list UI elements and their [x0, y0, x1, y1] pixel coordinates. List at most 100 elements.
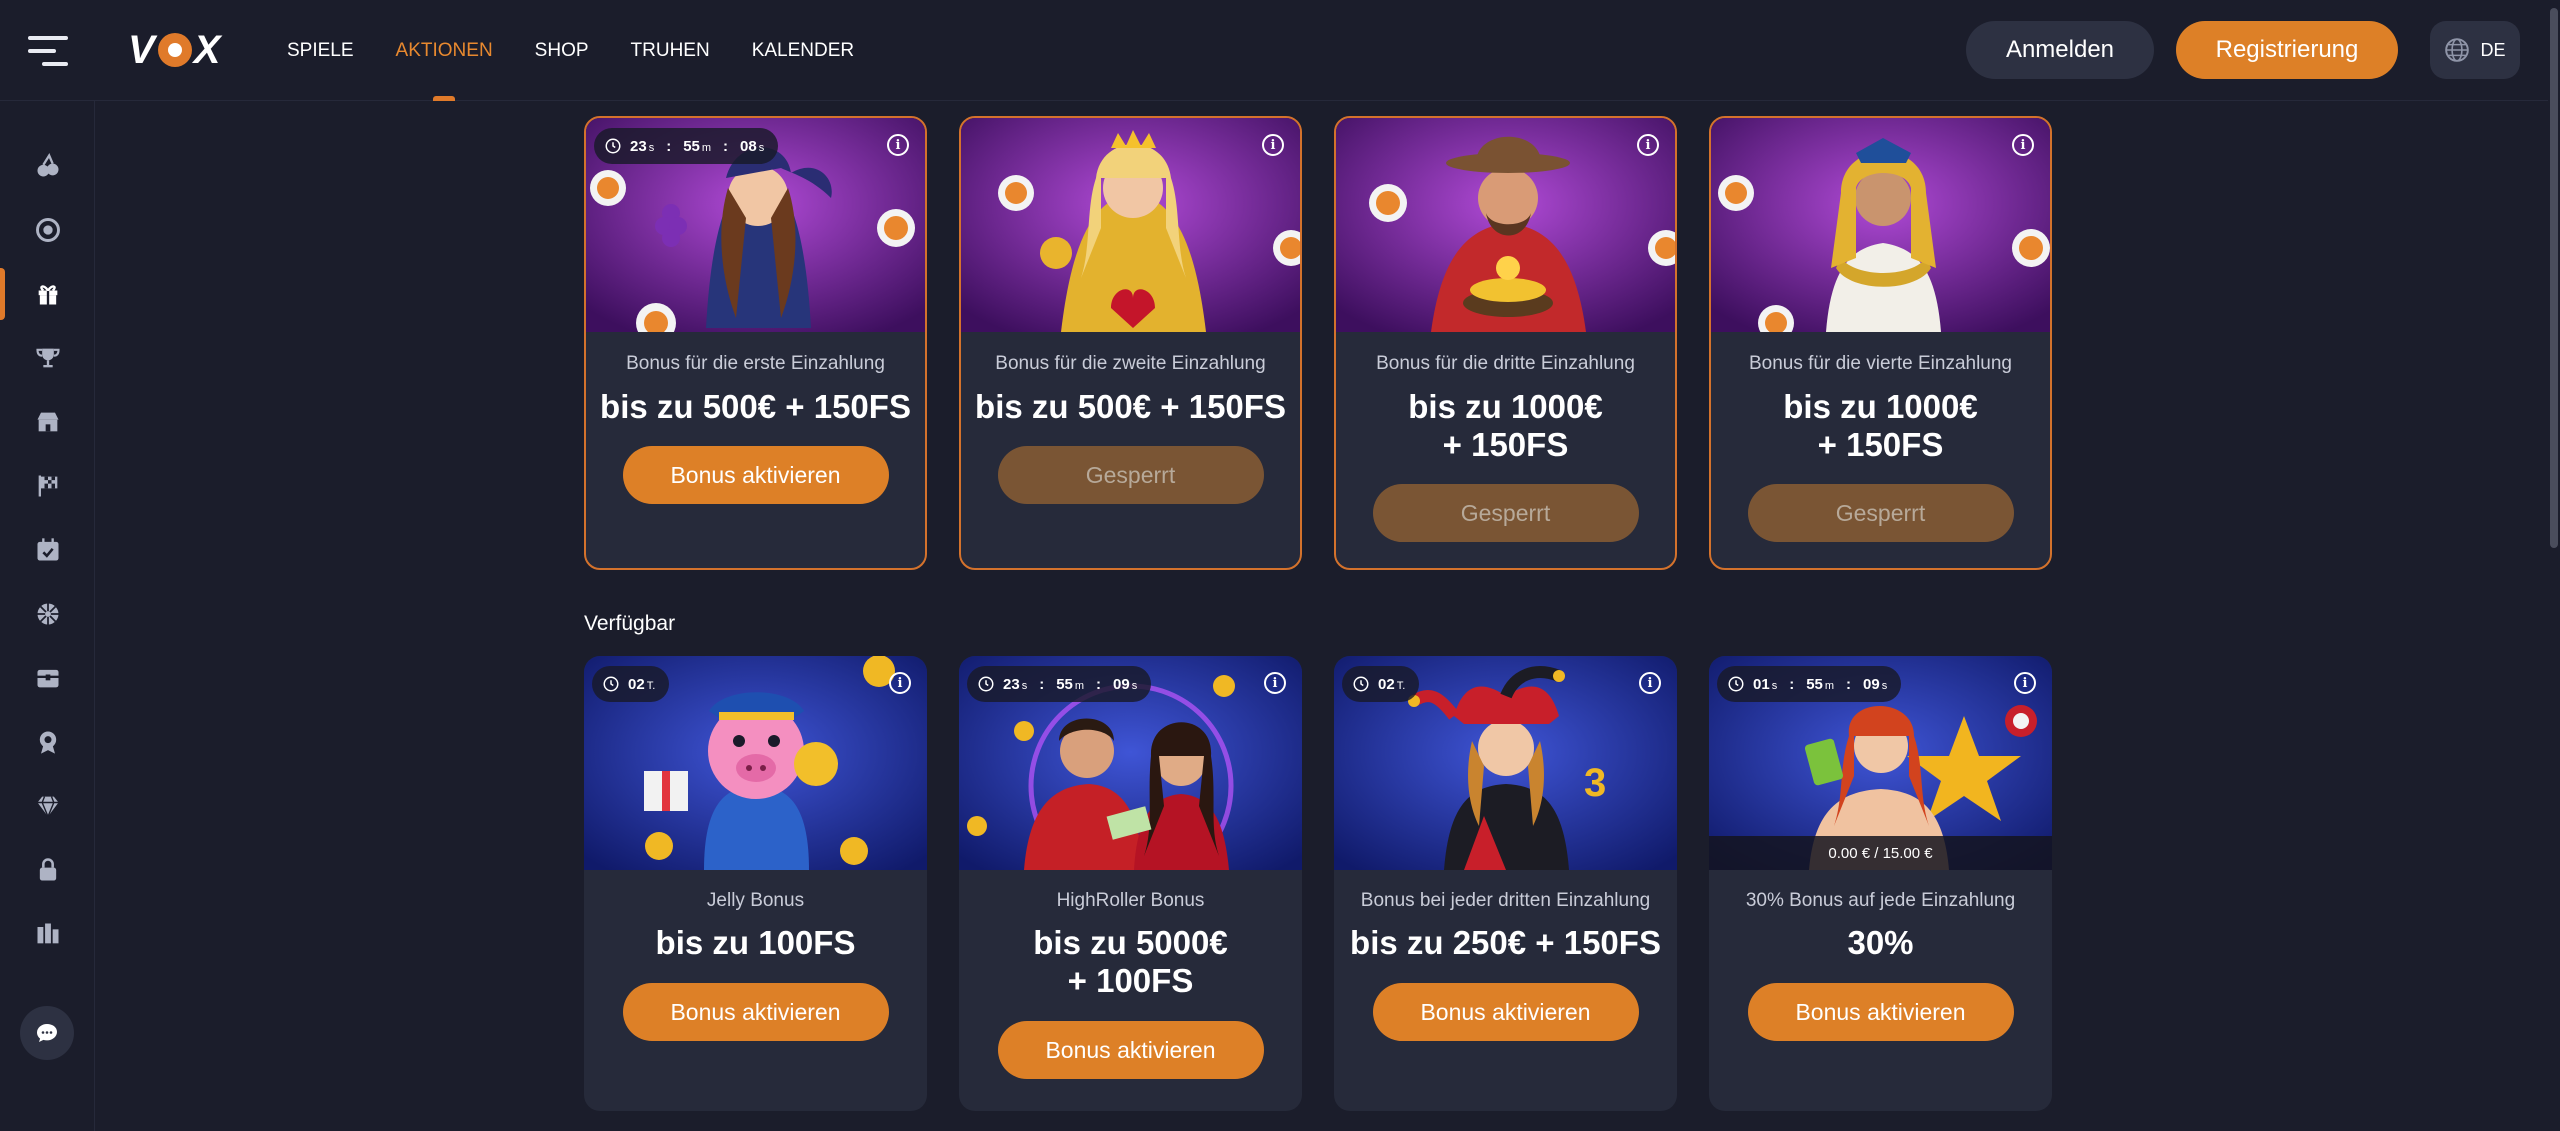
bonus-subtitle: Bonus für die vierte Einzahlung — [1749, 353, 2012, 374]
leaderboard-icon — [37, 923, 58, 944]
globe-icon — [2445, 38, 2470, 62]
info-icon[interactable]: i — [889, 672, 911, 694]
info-icon[interactable]: i — [887, 134, 909, 156]
clock-icon — [1353, 676, 1369, 692]
locked-button[interactable]: Gesperrt — [997, 446, 1264, 504]
bonus-subtitle: Jelly Bonus — [706, 890, 805, 911]
trophy-icon — [35, 348, 60, 368]
countdown-timer: 23 s : 55 m : 08 s — [594, 128, 779, 164]
wager-progress: 0.00 € / 15.00 € — [1709, 836, 2052, 870]
nav-spiele[interactable]: SPIELE — [287, 0, 354, 101]
bonus-amount-line-1: bis zu 1000€ — [1783, 388, 1978, 425]
bonus-artwork — [961, 118, 1300, 332]
sidebar-item-shop[interactable] — [0, 390, 95, 454]
bonus-card-thirty-percent: 0.00 € / 15.00 € 01 s : 55 m : 09 s i 30% B… — [1709, 656, 2052, 1111]
register-button[interactable]: Registrierung — [2176, 21, 2398, 79]
bonus-amount-line-1: bis zu 1000€ — [1408, 388, 1603, 425]
clock-icon — [603, 676, 619, 692]
timer-minutes: 55 — [1806, 675, 1823, 693]
nav-shop[interactable]: SHOP — [535, 0, 589, 101]
sidebar-item-security[interactable] — [0, 838, 95, 902]
timer-hours: 23 — [630, 137, 647, 155]
bonus-card-every-third-deposit: 3 02 T. i Bonus bei jeder dritten Einzahl… — [1334, 656, 1677, 1111]
section-title-available: Verfügbar — [584, 612, 676, 635]
chat-icon — [37, 1024, 57, 1042]
info-icon[interactable]: i — [2012, 134, 2034, 156]
locked-button[interactable]: Gesperrt — [1747, 484, 2014, 542]
bonus-card-second-deposit: i Bonus für die zweite Einzahlung bis zu… — [959, 116, 1302, 570]
sidebar-item-wheel[interactable] — [0, 582, 95, 646]
bonus-amount: bis zu 500€ + 150FS — [600, 388, 911, 425]
timer-days: 02 — [628, 675, 645, 693]
scroll-thumb[interactable] — [2550, 8, 2558, 548]
sidebar-item-promotions[interactable] — [0, 262, 95, 326]
sidebar-item-calendar[interactable] — [0, 518, 95, 582]
bonus-artwork — [1336, 118, 1675, 332]
sidebar-item-slots[interactable] — [0, 134, 95, 198]
activate-bonus-button[interactable]: Bonus aktivieren — [622, 983, 889, 1041]
language-selector[interactable]: DE — [2430, 21, 2520, 79]
bonus-amount-line-2: + 100FS — [1067, 962, 1194, 999]
sidebar-item-leaderboard[interactable] — [0, 902, 95, 966]
countdown-timer: 01 s : 55 m : 09 s — [1717, 666, 1902, 702]
nav-kalender[interactable]: KALENDER — [752, 0, 854, 101]
page-scrollbar[interactable] — [2548, 0, 2560, 1131]
logo[interactable]: VX — [128, 28, 221, 72]
shop-icon — [37, 412, 58, 432]
bonus-amount: bis zu 100FS — [655, 924, 856, 961]
top-bar: VX SPIELE AKTIONEN SHOP TRUHEN KALENDER … — [0, 0, 2548, 101]
timer-seconds: 08 — [740, 137, 757, 155]
bonus-amount: 30% — [1847, 924, 1914, 961]
main-nav: SPIELE AKTIONEN SHOP TRUHEN KALENDER — [287, 0, 896, 101]
info-icon[interactable]: i — [1264, 672, 1286, 694]
sidebar-item-chests[interactable] — [0, 646, 95, 710]
gift-icon — [38, 285, 57, 305]
calendar-check-icon — [37, 538, 58, 561]
timer-minutes: 55 — [1056, 675, 1073, 693]
sidebar-item-loyalty[interactable] — [0, 710, 95, 774]
bonus-card-highroller: 23 s : 55 m : 09 s i HighRoller Bonus bis z… — [959, 656, 1302, 1111]
bonus-amount-line-1: bis zu 5000€ — [1033, 924, 1228, 961]
cherries-icon — [37, 152, 58, 177]
activate-bonus-button[interactable]: Bonus aktivieren — [1747, 983, 2014, 1041]
login-button[interactable]: Anmelden — [1966, 21, 2154, 79]
language-code: DE — [2480, 39, 2506, 60]
badge-icon — [39, 731, 56, 754]
activate-bonus-button[interactable]: Bonus aktivieren — [997, 1021, 1264, 1079]
nav-aktionen[interactable]: AKTIONEN — [396, 0, 493, 101]
info-icon[interactable]: i — [1637, 134, 1659, 156]
sidebar-item-tournaments[interactable] — [0, 326, 95, 390]
bonus-subtitle: 30% Bonus auf jede Einzahlung — [1745, 890, 2016, 911]
roulette-icon — [35, 218, 60, 242]
chest-icon — [37, 669, 58, 688]
bonus-subtitle: Bonus bei jeder dritten Einzahlung — [1360, 890, 1651, 911]
countdown-timer: 02 T. — [1342, 666, 1420, 702]
timer-days: 02 — [1378, 675, 1395, 693]
sidebar-item-vip[interactable] — [0, 774, 95, 838]
chat-button[interactable] — [20, 1006, 74, 1060]
clock-icon — [978, 676, 994, 692]
timer-seconds: 09 — [1863, 675, 1880, 693]
sidebar-item-races[interactable] — [0, 454, 95, 518]
activate-bonus-button[interactable]: Bonus aktivieren — [622, 446, 889, 504]
bonus-amount-line-2: + 150FS — [1442, 426, 1569, 463]
info-icon[interactable]: i — [1639, 672, 1661, 694]
bonus-amount-line-2: + 150FS — [1817, 426, 1944, 463]
countdown-timer: 23 s : 55 m : 09 s — [967, 666, 1152, 702]
menu-icon[interactable] — [28, 36, 68, 66]
lock-icon — [39, 858, 56, 881]
nav-truhen[interactable]: TRUHEN — [631, 0, 710, 101]
bonus-subtitle: HighRoller Bonus — [1056, 890, 1205, 911]
svg-text:3: 3 — [1584, 761, 1606, 805]
sidebar — [0, 101, 95, 1131]
diamond-icon — [37, 796, 58, 819]
activate-bonus-button[interactable]: Bonus aktivieren — [1372, 983, 1639, 1041]
bonus-card-first-deposit: 23 s : 55 m : 08 s i Bonus für die erste Ei… — [584, 116, 927, 570]
info-icon[interactable]: i — [2014, 672, 2036, 694]
sidebar-item-live-casino[interactable] — [0, 198, 95, 262]
locked-button[interactable]: Gesperrt — [1372, 484, 1639, 542]
info-icon[interactable]: i — [1262, 134, 1284, 156]
bonus-card-fourth-deposit: i Bonus für die vierte Einzahlung bis zu… — [1709, 116, 2052, 570]
timer-hours: 01 — [1753, 675, 1770, 693]
wheel-icon — [37, 603, 58, 625]
